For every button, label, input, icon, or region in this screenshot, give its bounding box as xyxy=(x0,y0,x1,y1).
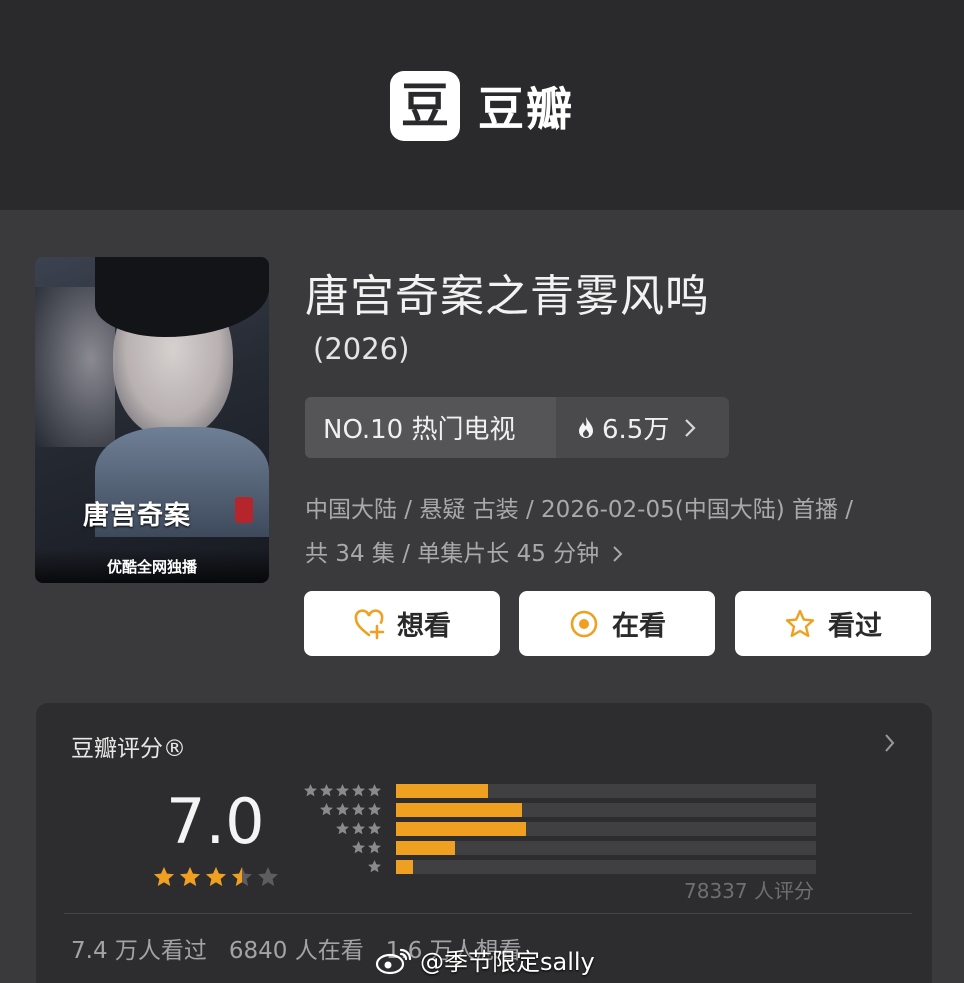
small-star-icon xyxy=(352,803,365,816)
small-star-icon xyxy=(336,822,349,835)
small-star-icon xyxy=(320,803,333,816)
distribution-bar xyxy=(396,840,455,855)
poster-seal xyxy=(235,497,253,523)
watermark-text: @季节限定sally xyxy=(420,948,595,976)
rating-card[interactable]: 豆瓣评分® 7.0 78337 人评分 7.4 万人看过 6840 人在看 1.… xyxy=(36,703,932,983)
rating-score: 7.0 xyxy=(166,785,265,858)
poster-title-art: 唐宫奇案 xyxy=(83,501,192,531)
distribution-track xyxy=(396,783,816,798)
heat-value: 6.5万 xyxy=(602,415,670,445)
small-star-icon xyxy=(368,803,381,816)
douban-logo-icon: 豆 xyxy=(390,71,460,141)
show-year: (2026) xyxy=(313,332,410,366)
distribution-stars xyxy=(298,821,382,836)
rating-star-icon xyxy=(180,867,200,886)
small-star-icon xyxy=(352,841,365,854)
rating-star-icon xyxy=(258,867,278,886)
rank-label: NO.10 热门电视 xyxy=(305,397,556,458)
distribution-row-1 xyxy=(298,857,818,876)
show-detail: 唐宫奇案 优酷全网独播 唐宫奇案之青雾风鸣 (2026) NO.10 热门电视 … xyxy=(0,210,964,983)
watching-count: 6840 人在看 xyxy=(228,938,364,964)
small-star-icon xyxy=(336,784,349,797)
rank-badge[interactable]: NO.10 热门电视 6.5万 xyxy=(305,397,729,458)
distribution-track xyxy=(396,802,816,817)
small-star-icon xyxy=(368,784,381,797)
watched-label: 看过 xyxy=(828,611,882,642)
app-header: 豆 豆瓣 xyxy=(0,0,964,210)
douban-logo-text: 豆瓣 xyxy=(478,82,574,136)
small-star-icon xyxy=(368,822,381,835)
star-outline-icon xyxy=(785,609,815,637)
distribution-track xyxy=(396,859,816,874)
rating-star-icon xyxy=(232,867,252,886)
distribution-row-4 xyxy=(298,800,818,819)
divider xyxy=(64,913,912,914)
distribution-track xyxy=(396,840,816,855)
watched-button[interactable]: 看过 xyxy=(735,591,931,656)
rating-stars xyxy=(152,865,280,889)
distribution-row-2 xyxy=(298,838,818,857)
distribution-row-5 xyxy=(298,781,818,800)
flame-icon xyxy=(579,416,593,438)
small-star-icon xyxy=(368,860,381,873)
want-to-watch-button[interactable]: 想看 xyxy=(304,591,500,656)
weibo-icon xyxy=(375,948,412,974)
target-icon xyxy=(570,610,598,637)
chevron-right-icon xyxy=(685,418,696,437)
rating-distribution xyxy=(298,781,818,876)
rating-count: 78337 人评分 xyxy=(684,879,814,903)
distribution-bar xyxy=(396,783,489,798)
show-title: 唐宫奇案之青雾风鸣 xyxy=(305,271,710,322)
chevron-right-icon xyxy=(613,546,623,562)
watched-count: 7.4 万人看过 xyxy=(71,938,207,964)
rating-star-icon xyxy=(154,867,174,886)
distribution-bar xyxy=(396,821,527,836)
watching-label: 在看 xyxy=(612,611,666,642)
douban-logo[interactable]: 豆 豆瓣 xyxy=(390,71,574,141)
small-star-icon xyxy=(352,784,365,797)
small-star-icon xyxy=(336,803,349,816)
distribution-track xyxy=(396,821,816,836)
show-poster[interactable]: 唐宫奇案 优酷全网独播 xyxy=(35,257,269,583)
rating-star-icon xyxy=(206,867,226,886)
small-star-icon xyxy=(320,784,333,797)
small-star-icon xyxy=(368,841,381,854)
distribution-stars xyxy=(298,802,382,817)
meta-line-2: 共 34 集 / 单集片长 45 分钟 xyxy=(305,532,935,576)
want-label: 想看 xyxy=(397,611,451,642)
heat-info: 6.5万 xyxy=(556,397,729,458)
rating-label: 豆瓣评分® xyxy=(71,736,186,762)
small-star-icon xyxy=(352,822,365,835)
show-meta[interactable]: 中国大陆 / 悬疑 古装 / 2026-02-05(中国大陆) 首播 / 共 3… xyxy=(305,488,935,576)
distribution-stars xyxy=(298,840,382,855)
chevron-right-icon xyxy=(885,734,895,752)
distribution-stars xyxy=(298,783,382,798)
distribution-bar xyxy=(396,859,413,874)
watching-button[interactable]: 在看 xyxy=(519,591,715,656)
heart-plus-icon xyxy=(354,608,385,639)
distribution-row-3 xyxy=(298,819,818,838)
distribution-bar xyxy=(396,802,522,817)
meta-line-1: 中国大陆 / 悬疑 古装 / 2026-02-05(中国大陆) 首播 / xyxy=(305,497,854,523)
distribution-stars xyxy=(298,859,382,874)
weibo-watermark: @季节限定sally xyxy=(374,942,595,977)
poster-channel: 优酷全网独播 xyxy=(106,558,197,576)
small-star-icon xyxy=(304,784,317,797)
